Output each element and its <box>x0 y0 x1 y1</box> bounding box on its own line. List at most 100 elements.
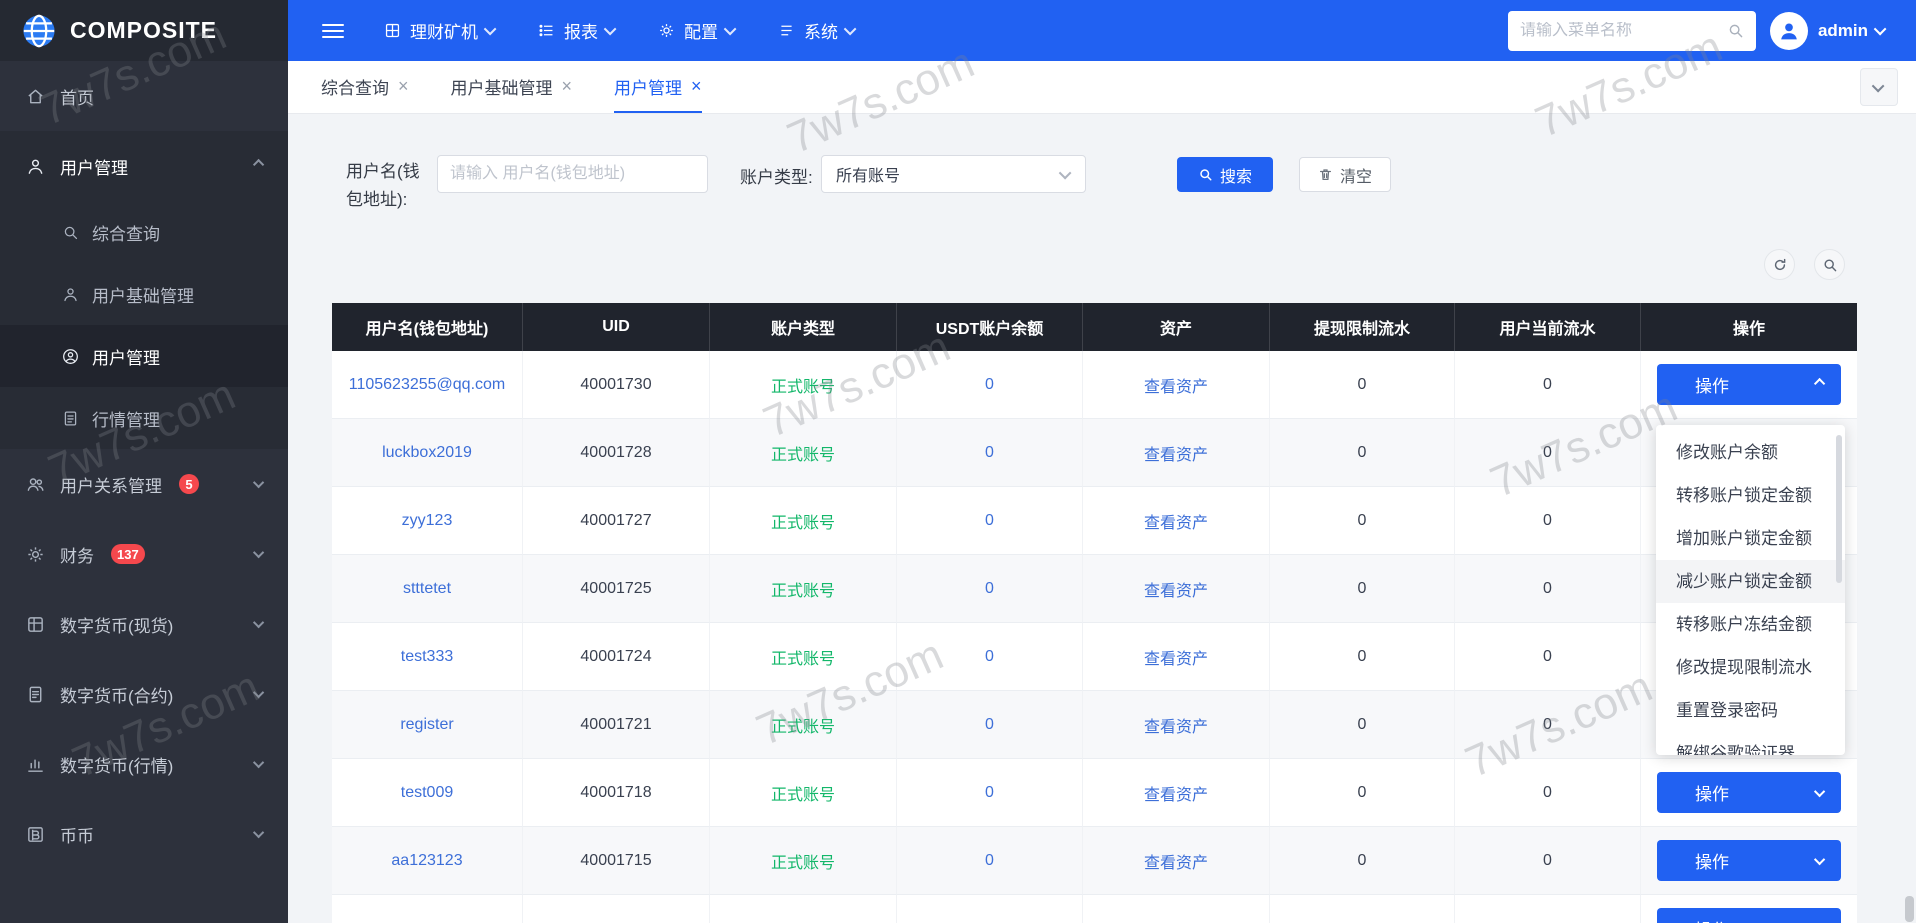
menu-item-reset-password[interactable]: 重置登录密码 <box>1656 689 1845 732</box>
table-search-toggle-button[interactable] <box>1814 249 1845 280</box>
user-avatar[interactable] <box>1770 12 1808 50</box>
cell-username[interactable]: 1105623255@qq.com <box>332 351 523 419</box>
account-type-select[interactable]: 所有账号 <box>821 155 1086 193</box>
menu-wealth-mining[interactable]: 理财矿机 <box>384 18 496 43</box>
chevron-down-icon <box>1814 853 1825 864</box>
close-icon[interactable]: × <box>691 77 702 95</box>
cell-account-type: 正式账号 <box>710 419 897 487</box>
cell-account-type <box>710 895 897 923</box>
cell-usdt-balance[interactable]: 0 <box>897 623 1083 691</box>
page-scrollbar-thumb[interactable] <box>1905 896 1914 922</box>
row-action-button[interactable]: 操作 <box>1657 908 1841 923</box>
cell-username[interactable]: aa123123 <box>332 827 523 895</box>
tab-list-expand-button[interactable] <box>1860 68 1898 106</box>
user-name[interactable]: admin <box>1818 21 1868 41</box>
row-action-button[interactable]: 操作 <box>1657 840 1841 881</box>
view-assets-link[interactable]: 查看资产 <box>1083 691 1270 759</box>
sidebar-item-coin-coin[interactable]: 币币 <box>0 799 288 869</box>
chevron-up-icon <box>253 159 264 170</box>
sidebar-item-home[interactable]: 首页 <box>0 61 288 131</box>
menu-item-unbind-google-auth[interactable]: 解绑谷歌验证器 <box>1656 732 1845 755</box>
cell-usdt-balance[interactable]: 0 <box>897 555 1083 623</box>
view-assets-link[interactable]: 查看资产 <box>1083 555 1270 623</box>
sidebar-item-crypto-contract[interactable]: 数字货币(合约) <box>0 659 288 729</box>
table-header: 用户名(钱包地址) UID 账户类型 USDT账户余额 资产 提现限制流水 用户… <box>332 303 1857 351</box>
sidebar-subitem-market-mgmt[interactable]: 行情管理 <box>0 387 288 449</box>
cell-usdt-balance[interactable]: 0 <box>897 691 1083 759</box>
menu-system[interactable]: 系统 <box>778 18 856 43</box>
table-row: aa123123 40001715 正式账号 0 查看资产 0 0 操作 <box>332 827 1857 895</box>
sidebar-subitem-user-mgmt[interactable]: 用户管理 <box>0 325 288 387</box>
sidebar-item-label: 数字货币(行情) <box>60 752 173 777</box>
sidebar-item-user-mgmt[interactable]: 用户管理 <box>0 131 288 201</box>
notification-badge: 137 <box>111 544 145 564</box>
cell-current-flow: 0 <box>1455 759 1641 827</box>
menu-reports[interactable]: 报表 <box>538 18 616 43</box>
search-button[interactable]: 搜索 <box>1177 157 1273 192</box>
refresh-button[interactable] <box>1764 249 1795 280</box>
tab-user-mgmt[interactable]: 用户管理 × <box>614 61 702 113</box>
cell-usdt-balance[interactable]: 0 <box>897 759 1083 827</box>
cell-usdt-balance[interactable] <box>897 895 1083 923</box>
coin-grid-icon <box>26 615 45 634</box>
document-icon <box>62 410 79 427</box>
user-icon <box>26 157 45 176</box>
view-assets-link[interactable]: 查看资产 <box>1083 487 1270 555</box>
column-header: 提现限制流水 <box>1270 303 1455 351</box>
sidebar-subitem-composite-query[interactable]: 综合查询 <box>0 201 288 263</box>
column-header: 操作 <box>1641 303 1857 351</box>
menu-item-transfer-locked[interactable]: 转移账户锁定金额 <box>1656 474 1845 517</box>
search-icon[interactable] <box>1727 22 1744 39</box>
clear-button[interactable]: 清空 <box>1299 157 1391 192</box>
cell-username[interactable]: register <box>332 691 523 759</box>
cell-usdt-balance[interactable]: 0 <box>897 351 1083 419</box>
action-dropdown-menu: 修改账户余额 转移账户锁定金额 增加账户锁定金额 减少账户锁定金额 转移账户冻结… <box>1656 425 1845 755</box>
dropdown-scrollbar-thumb[interactable] <box>1836 435 1842 583</box>
sidebar-item-crypto-market[interactable]: 数字货币(行情) <box>0 729 288 799</box>
hamburger-icon[interactable] <box>322 24 344 38</box>
cell-username[interactable]: zyy123 <box>332 487 523 555</box>
cell-uid: 40001724 <box>523 623 710 691</box>
sidebar-item-finance[interactable]: 财务 137 <box>0 519 288 589</box>
menu-label: 理财矿机 <box>410 18 478 43</box>
cell-usdt-balance[interactable]: 0 <box>897 827 1083 895</box>
cell-usdt-balance[interactable]: 0 <box>897 419 1083 487</box>
username-input[interactable] <box>437 155 708 193</box>
menu-item-transfer-frozen[interactable]: 转移账户冻结金额 <box>1656 603 1845 646</box>
sidebar-item-user-relations[interactable]: 用户关系管理 5 <box>0 449 288 519</box>
tab-composite-query[interactable]: 综合查询 × <box>321 61 409 113</box>
view-assets-link[interactable]: 查看资产 <box>1083 623 1270 691</box>
cell-username[interactable]: test009 <box>332 759 523 827</box>
menu-item-reduce-locked[interactable]: 减少账户锁定金额 <box>1656 560 1845 603</box>
view-assets-link[interactable] <box>1083 895 1270 923</box>
table-row: stttetet 40001725 正式账号 0 查看资产 0 0 操作 <box>332 555 1857 623</box>
user-chevron-icon[interactable] <box>1874 23 1887 36</box>
menu-search-input[interactable] <box>1520 22 1719 40</box>
menu-item-add-locked[interactable]: 增加账户锁定金额 <box>1656 517 1845 560</box>
close-icon[interactable]: × <box>398 77 409 95</box>
cell-usdt-balance[interactable]: 0 <box>897 487 1083 555</box>
table-row: test009 40001718 正式账号 0 查看资产 0 0 操作 <box>332 759 1857 827</box>
view-assets-link[interactable]: 查看资产 <box>1083 827 1270 895</box>
cell-username[interactable]: luckbox2019 <box>332 419 523 487</box>
cell-username[interactable] <box>332 895 523 923</box>
row-action-button[interactable]: 操作 <box>1657 772 1841 813</box>
cell-uid <box>523 895 710 923</box>
row-action-button[interactable]: 操作 <box>1657 364 1841 405</box>
gear-icon <box>658 22 675 39</box>
sidebar-subitem-user-base-mgmt[interactable]: 用户基础管理 <box>0 263 288 325</box>
cell-username[interactable]: test333 <box>332 623 523 691</box>
menu-item-modify-balance[interactable]: 修改账户余额 <box>1656 431 1845 474</box>
view-assets-link[interactable]: 查看资产 <box>1083 419 1270 487</box>
tab-user-base-mgmt[interactable]: 用户基础管理 × <box>451 61 573 113</box>
view-assets-link[interactable]: 查看资产 <box>1083 351 1270 419</box>
view-assets-link[interactable]: 查看资产 <box>1083 759 1270 827</box>
menu-config[interactable]: 配置 <box>658 18 736 43</box>
menu-item-modify-withdraw-limit[interactable]: 修改提现限制流水 <box>1656 646 1845 689</box>
column-header: 资产 <box>1083 303 1270 351</box>
cell-username[interactable]: stttetet <box>332 555 523 623</box>
grid-icon <box>384 22 401 39</box>
sidebar-item-crypto-spot[interactable]: 数字货币(现货) <box>0 589 288 659</box>
refresh-icon <box>1772 257 1788 273</box>
close-icon[interactable]: × <box>562 77 573 95</box>
